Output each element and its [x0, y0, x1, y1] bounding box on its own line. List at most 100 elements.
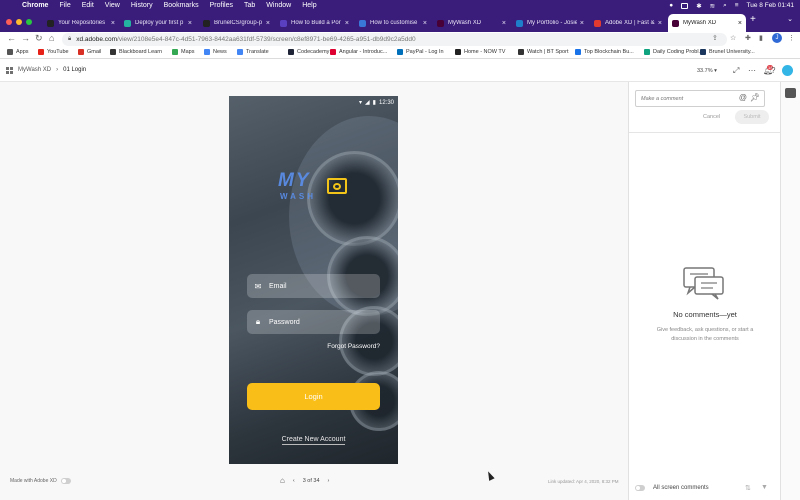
- wifi-icon[interactable]: ≋: [710, 2, 715, 10]
- bookmark-item[interactable]: Home - NOW TV: [455, 49, 505, 55]
- browser-tab[interactable]: How to customise ×: [355, 14, 431, 32]
- bookmark-item[interactable]: Translate: [237, 49, 269, 55]
- bookmark-item[interactable]: Apps: [7, 49, 29, 55]
- browser-tab[interactable]: MyWash XD ×: [668, 14, 746, 32]
- pin-icon[interactable]: 📌︎: [750, 93, 760, 102]
- forward-icon[interactable]: →: [21, 33, 30, 43]
- share-icon[interactable]: ⇪: [712, 34, 718, 42]
- back-icon[interactable]: ←: [7, 33, 16, 43]
- breadcrumb-project[interactable]: MyWash XD: [18, 67, 51, 73]
- menu-bookmarks[interactable]: Bookmarks: [164, 2, 199, 9]
- browser-tab[interactable]: Adobe XD | Fast & ×: [590, 14, 666, 32]
- comments-icon[interactable]: [785, 88, 796, 98]
- help-icon[interactable]: ?: [771, 66, 775, 75]
- browser-tab[interactable]: Your Repositories ×: [43, 14, 119, 32]
- bookmark-item[interactable]: YouTube: [38, 49, 69, 55]
- menu-window[interactable]: Window: [266, 2, 291, 9]
- prev-screen-icon[interactable]: ‹: [293, 478, 295, 484]
- close-tab-icon[interactable]: ×: [266, 20, 270, 27]
- bookmark-item[interactable]: Codecademy: [288, 49, 329, 55]
- email-field[interactable]: ✉ Email: [247, 274, 380, 298]
- menu-history[interactable]: History: [131, 2, 153, 9]
- login-artboard: ▾ ◢ ▮ 12:30 MY WASH ✉ Email 🔒︎ Password …: [229, 96, 398, 464]
- menu-chrome[interactable]: Chrome: [22, 2, 48, 9]
- close-tab-icon[interactable]: ×: [345, 20, 349, 27]
- sort-icon[interactable]: ⇅: [745, 484, 751, 492]
- submit-button[interactable]: Submit: [735, 110, 769, 124]
- bookmark-item[interactable]: Watch | BT Sport: [518, 49, 568, 55]
- next-screen-icon[interactable]: ›: [328, 478, 330, 484]
- more-icon[interactable]: ⋯: [748, 66, 756, 75]
- record-icon[interactable]: ●: [669, 2, 673, 9]
- comments-panel: Make a comment @ 📌︎ Cancel Submit No com…: [628, 82, 781, 500]
- user-avatar[interactable]: [782, 65, 793, 76]
- home-screen-icon[interactable]: ⌂: [280, 476, 285, 485]
- tab-title: Your Repositories: [58, 20, 106, 26]
- forgot-password-link[interactable]: Forgot Password?: [327, 343, 380, 350]
- menu-file[interactable]: File: [59, 2, 70, 9]
- page-indicator: 3 of 34: [302, 477, 320, 484]
- browser-tab[interactable]: My Portfolio - Josie ×: [512, 14, 588, 32]
- bookmark-item[interactable]: Maps: [172, 49, 194, 55]
- bookmark-item[interactable]: Blackboard Learn: [110, 49, 162, 55]
- bookmark-item[interactable]: Brunel University...: [700, 49, 755, 55]
- login-button[interactable]: Login: [247, 383, 380, 410]
- bookmark-item[interactable]: Angular - Introduc...: [330, 49, 387, 55]
- zoom-window-button[interactable]: [26, 19, 32, 25]
- bookmark-item[interactable]: Daily Coding Probl...: [644, 49, 703, 55]
- create-account-row: Create New Account: [229, 436, 398, 445]
- extensions-icon[interactable]: ✚: [745, 34, 751, 42]
- close-tab-icon[interactable]: ×: [658, 20, 662, 27]
- filter-icon[interactable]: ▼: [761, 484, 768, 491]
- close-tab-icon[interactable]: ×: [580, 20, 584, 27]
- browser-tab[interactable]: BrunelCS/group-p ×: [199, 14, 274, 32]
- window-controls: [6, 19, 32, 25]
- bookmark-label: Brunel University...: [709, 49, 755, 55]
- close-tab-icon[interactable]: ×: [423, 20, 427, 27]
- bookmark-item[interactable]: PayPal - Log In: [397, 49, 444, 55]
- close-window-button[interactable]: [6, 19, 12, 25]
- comment-input[interactable]: Make a comment @ 📌︎: [635, 90, 765, 107]
- menu-help[interactable]: Help: [302, 2, 316, 9]
- all-screens-toggle[interactable]: [635, 485, 645, 491]
- new-tab-button[interactable]: +: [750, 14, 756, 25]
- close-tab-icon[interactable]: ×: [111, 20, 115, 27]
- reload-icon[interactable]: ↻: [35, 33, 43, 44]
- close-tab-icon[interactable]: ×: [738, 20, 742, 27]
- home-icon[interactable]: ⌂: [49, 33, 54, 43]
- sidebar-icon[interactable]: ▮: [759, 34, 763, 42]
- search-icon[interactable]: ⌕: [723, 2, 727, 10]
- mention-icon[interactable]: @: [739, 93, 747, 102]
- cancel-button[interactable]: Cancel: [703, 114, 720, 120]
- menu-tab[interactable]: Tab: [244, 2, 255, 9]
- chrome-menu-icon[interactable]: ⋮: [788, 34, 795, 42]
- minimize-window-button[interactable]: [16, 19, 22, 25]
- browser-tab[interactable]: MyWash XD ×: [433, 14, 510, 32]
- fullscreen-icon[interactable]: ⤢: [733, 66, 739, 76]
- made-with-toggle[interactable]: [60, 478, 71, 484]
- menu-edit[interactable]: Edit: [82, 2, 94, 9]
- url-field[interactable]: 🔒︎ xd.adobe.com /view/2108e5e4-847c-4d51…: [62, 33, 727, 46]
- zoom-select[interactable]: 33.7% ▾: [697, 68, 717, 74]
- grid-icon[interactable]: [6, 67, 13, 74]
- menu-profiles[interactable]: Profiles: [210, 2, 233, 9]
- tab-search-icon[interactable]: ⌄: [787, 15, 793, 23]
- create-account-link[interactable]: Create New Account: [281, 436, 346, 445]
- bookmark-item[interactable]: Gmail: [78, 49, 101, 55]
- browser-tab[interactable]: How to Build a Por ×: [276, 14, 353, 32]
- control-center-icon[interactable]: ≡: [735, 2, 739, 9]
- bookmark-icon: [172, 49, 178, 55]
- star-icon[interactable]: ☆: [730, 34, 736, 42]
- password-field[interactable]: 🔒︎ Password: [247, 310, 380, 334]
- bluetooth-icon[interactable]: ✱: [696, 2, 701, 10]
- menu-clock[interactable]: Tue 8 Feb 01:41: [747, 2, 794, 9]
- close-tab-icon[interactable]: ×: [188, 20, 192, 27]
- lock-icon[interactable]: 🔒︎: [68, 36, 71, 43]
- bookmark-item[interactable]: Top Blockchain Bu...: [575, 49, 634, 55]
- browser-tab[interactable]: Deploy your first p ×: [120, 14, 196, 32]
- menu-view[interactable]: View: [105, 2, 120, 9]
- close-tab-icon[interactable]: ×: [502, 20, 506, 27]
- display-icon[interactable]: [681, 2, 689, 9]
- profile-avatar[interactable]: J: [772, 33, 782, 43]
- bookmark-item[interactable]: News: [204, 49, 227, 55]
